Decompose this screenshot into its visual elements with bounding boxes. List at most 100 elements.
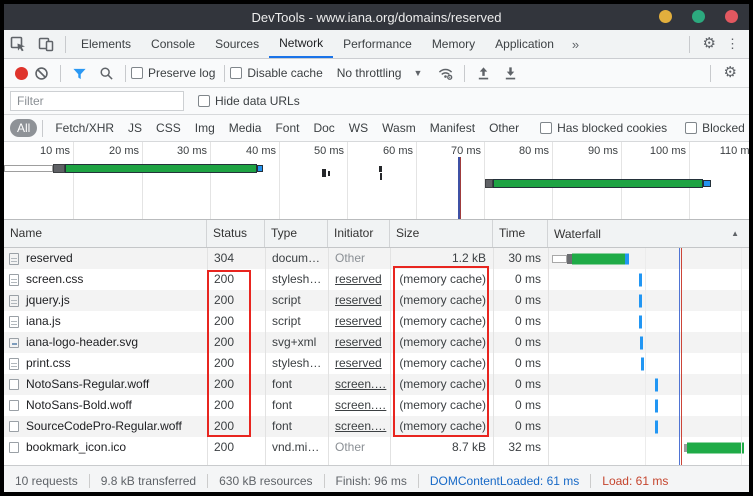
waterfall-bar-segment: [655, 378, 658, 391]
table-row[interactable]: bookmark_icon.ico200vnd.mi…Other8.7 kB32…: [4, 437, 749, 458]
tab-sources[interactable]: Sources: [205, 30, 269, 58]
column-header-name[interactable]: Name: [4, 220, 207, 247]
inspect-element-icon[interactable]: [10, 36, 26, 52]
image-icon: [9, 338, 19, 348]
type-filter-other[interactable]: Other: [489, 121, 519, 135]
column-header-size[interactable]: Size: [390, 220, 493, 247]
initiator-link[interactable]: screen.…: [335, 398, 386, 412]
square-icon: [9, 442, 19, 453]
table-row[interactable]: NotoSans-Regular.woff200fontscreen.…(mem…: [4, 374, 749, 395]
table-row[interactable]: SourceCodePro-Regular.woff200fontscreen.…: [4, 416, 749, 437]
column-header-initiator[interactable]: Initiator: [328, 220, 390, 247]
import-har-icon[interactable]: [476, 66, 491, 81]
request-name: NotoSans-Bold.woff: [26, 395, 132, 416]
hide-data-urls-checkbox[interactable]: [198, 95, 210, 107]
device-toolbar-icon[interactable]: [38, 36, 54, 52]
clear-icon[interactable]: [34, 66, 49, 81]
tab-console[interactable]: Console: [141, 30, 205, 58]
size-cell: (memory cache): [390, 269, 493, 290]
status-bar-item: 9.8 kB transferred: [90, 474, 207, 488]
initiator-text: Other: [335, 440, 365, 454]
type-filter-js[interactable]: JS: [128, 121, 142, 135]
column-header-waterfall[interactable]: Waterfall▲: [548, 220, 749, 247]
initiator-link[interactable]: reserved: [335, 356, 382, 370]
column-header-status[interactable]: Status: [207, 220, 265, 247]
tab-elements[interactable]: Elements: [71, 30, 141, 58]
initiator-link[interactable]: reserved: [335, 335, 382, 349]
column-header-type[interactable]: Type: [265, 220, 328, 247]
type-filter-css[interactable]: CSS: [156, 121, 181, 135]
export-har-icon[interactable]: [503, 66, 518, 81]
table-row[interactable]: iana.js200scriptreserved(memory cache)0 …: [4, 311, 749, 332]
request-name-cell: NotoSans-Regular.woff: [4, 374, 207, 395]
record-icon[interactable]: [15, 67, 28, 80]
table-row[interactable]: iana-logo-header.svg200svg+xmlreserved(m…: [4, 332, 749, 353]
column-header-label: Waterfall: [554, 221, 601, 247]
type-filter-ws[interactable]: WS: [349, 121, 368, 135]
type-filter-doc[interactable]: Doc: [313, 121, 334, 135]
tab-application[interactable]: Application: [485, 30, 564, 58]
more-tabs-icon[interactable]: »: [564, 37, 587, 52]
tab-memory[interactable]: Memory: [422, 30, 485, 58]
document-icon: [9, 253, 19, 265]
throttling-select[interactable]: No throttling: [337, 66, 402, 80]
type-filter-wasm[interactable]: Wasm: [382, 121, 416, 135]
table-row[interactable]: jquery.js200scriptreserved(memory cache)…: [4, 290, 749, 311]
table-row[interactable]: screen.css200stylesh…reserved(memory cac…: [4, 269, 749, 290]
status-cell: 200: [207, 395, 265, 416]
disable-cache-label: Disable cache: [247, 66, 322, 80]
settings-gear-icon[interactable]: ⚙: [695, 31, 724, 57]
window-controls: [659, 10, 738, 23]
table-row[interactable]: NotoSans-Bold.woff200fontscreen.…(memory…: [4, 395, 749, 416]
size-cell: 1.2 kB: [390, 248, 493, 269]
filter-row: Hide data URLs: [4, 88, 749, 115]
status-bar: 10 requests9.8 kB transferred630 kB reso…: [4, 465, 749, 492]
column-header-time[interactable]: Time: [493, 220, 548, 247]
network-overview-timeline[interactable]: 10 ms20 ms30 ms40 ms50 ms60 ms70 ms80 ms…: [4, 142, 749, 220]
type-filter-font[interactable]: Font: [275, 121, 299, 135]
blocked-requests-checkbox[interactable]: [685, 122, 697, 134]
network-settings-gear-icon[interactable]: ⚙: [716, 60, 745, 86]
table-row[interactable]: print.css200stylesh…reserved(memory cach…: [4, 353, 749, 374]
tab-performance[interactable]: Performance: [333, 30, 422, 58]
type-filter-img[interactable]: Img: [195, 121, 215, 135]
kebab-menu-icon[interactable]: ⋮: [724, 31, 749, 57]
initiator-link[interactable]: screen.…: [335, 419, 386, 433]
tab-network[interactable]: Network: [269, 30, 333, 58]
type-filter-manifest[interactable]: Manifest: [430, 121, 475, 135]
initiator-link[interactable]: reserved: [335, 293, 382, 307]
minimize-button[interactable]: [659, 10, 672, 23]
waterfall-cell: [548, 437, 749, 458]
size-cell: (memory cache): [390, 311, 493, 332]
close-button[interactable]: [725, 10, 738, 23]
initiator-link[interactable]: screen.…: [335, 377, 386, 391]
divider: [710, 65, 711, 82]
request-name-cell: jquery.js: [4, 290, 207, 311]
waterfall-bar-segment: [552, 255, 567, 263]
table-row[interactable]: reserved304docum…Other1.2 kB30 ms: [4, 248, 749, 269]
type-filter-fetchxhr[interactable]: Fetch/XHR: [55, 121, 114, 135]
type-filter-media[interactable]: Media: [229, 121, 262, 135]
overview-tick-label: 70 ms: [426, 145, 481, 157]
initiator-link[interactable]: reserved: [335, 314, 382, 328]
disable-cache-checkbox[interactable]: [230, 67, 242, 79]
waterfall-bar-segment: [655, 420, 658, 433]
dropdown-caret-icon[interactable]: ▼: [413, 68, 422, 78]
status-bar-item: 630 kB resources: [208, 474, 323, 488]
maximize-button[interactable]: [692, 10, 705, 23]
waterfall-cell: [548, 353, 749, 374]
filter-funnel-icon[interactable]: [72, 66, 87, 81]
waterfall-bar-segment: [572, 253, 625, 264]
request-name: screen.css: [26, 269, 83, 290]
initiator-link[interactable]: reserved: [335, 272, 382, 286]
type-cell: font: [265, 395, 328, 416]
time-cell: 0 ms: [493, 290, 548, 311]
filter-input[interactable]: [10, 91, 184, 111]
waterfall-bar-segment: [639, 294, 642, 307]
type-filter-all[interactable]: All: [10, 119, 37, 137]
has-blocked-cookies-checkbox[interactable]: [540, 122, 552, 134]
overview-tick-label: 30 ms: [152, 145, 207, 157]
search-icon[interactable]: [99, 66, 114, 81]
preserve-log-checkbox[interactable]: [131, 67, 143, 79]
network-conditions-icon[interactable]: [438, 66, 453, 81]
